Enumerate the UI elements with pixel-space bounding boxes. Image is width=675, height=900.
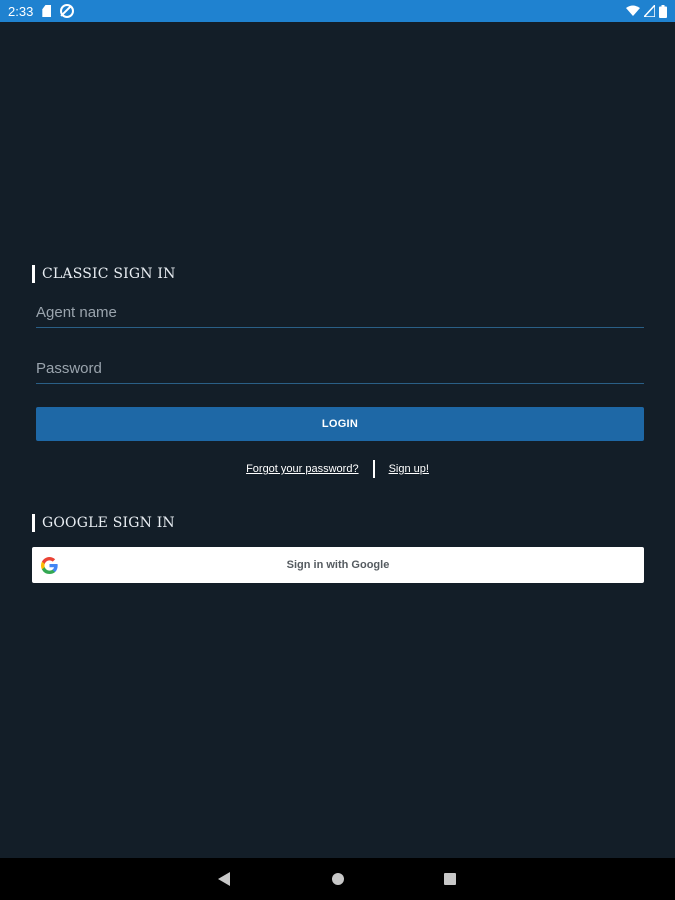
sync-disabled-icon <box>60 4 75 18</box>
navigation-bar <box>0 858 675 900</box>
sign-up-link[interactable]: Sign up! <box>389 463 429 475</box>
recents-icon[interactable] <box>444 873 456 885</box>
google-logo-icon <box>41 557 58 574</box>
google-sign-in-label: Sign in with Google <box>286 559 390 571</box>
login-screen: CLASSIC SIGN IN LOGIN Forgot your passwo… <box>0 22 675 858</box>
status-left: 2:33 <box>8 3 75 19</box>
google-sign-in-button[interactable]: Sign in with Google <box>32 547 644 583</box>
back-icon[interactable] <box>218 872 230 886</box>
login-button[interactable]: LOGIN <box>36 407 644 441</box>
links-divider <box>372 460 375 478</box>
password-input[interactable] <box>36 353 644 384</box>
classic-sign-in-title: CLASSIC SIGN IN <box>32 265 176 283</box>
sd-card-icon <box>42 5 52 17</box>
account-links: Forgot your password? Sign up! <box>0 458 675 480</box>
signal-icon <box>644 5 655 17</box>
forgot-password-link[interactable]: Forgot your password? <box>246 463 359 475</box>
agent-name-input[interactable] <box>36 297 644 328</box>
status-bar: 2:33 <box>0 0 675 22</box>
google-sign-in-title: GOOGLE SIGN IN <box>32 514 175 532</box>
status-right <box>626 4 667 18</box>
home-icon[interactable] <box>332 873 344 885</box>
wifi-icon <box>626 5 640 16</box>
battery-icon <box>659 4 667 18</box>
status-time: 2:33 <box>8 3 34 19</box>
